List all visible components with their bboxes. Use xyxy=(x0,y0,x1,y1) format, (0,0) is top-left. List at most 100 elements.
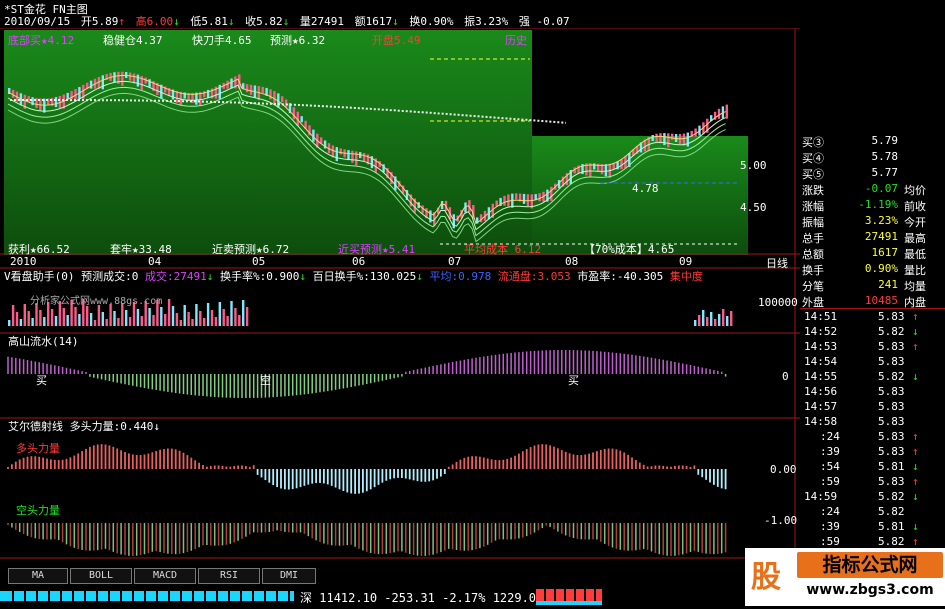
tab-ma[interactable]: MA xyxy=(8,568,68,584)
tab-dmi[interactable]: DMI xyxy=(262,568,316,584)
tab-macd[interactable]: MACD xyxy=(134,568,196,584)
label-open: 开盘5.49 xyxy=(372,34,421,47)
hundred-day-turnover: 百日换手%:130.025 xyxy=(312,270,417,283)
candle xyxy=(538,193,541,202)
quote-key: 分笔 xyxy=(802,280,824,293)
trade-volume: 成交:27491 xyxy=(145,270,207,283)
tick-time: :54 xyxy=(820,460,840,473)
volume-bar xyxy=(199,311,202,326)
quote-label2: 均价 xyxy=(904,184,926,197)
x-tick-07: 07 xyxy=(448,255,462,268)
quote-value: -0.07 xyxy=(864,182,898,195)
osc2-title: 艾尔德射线 多头力量:0.440↓ xyxy=(8,418,160,434)
volume-bar xyxy=(726,316,729,326)
tick-time: :24 xyxy=(820,505,840,518)
volume-bar xyxy=(152,315,155,326)
volume-bar xyxy=(15,312,19,326)
quote-value: 5.77 xyxy=(871,166,899,179)
tick-time: 14:53 xyxy=(804,340,838,353)
tick-time: :59 xyxy=(820,475,840,488)
tick-row: :39 5.83 ↑ xyxy=(800,445,945,460)
candle xyxy=(66,92,69,99)
tick-row: 14:53 5.83 ↑ xyxy=(800,340,945,355)
float-shares: 流通盘:3.053 xyxy=(497,270,571,283)
volume-bar xyxy=(93,320,97,326)
candle xyxy=(136,74,140,87)
volume-bar xyxy=(230,301,233,326)
osc1-axis: 0 xyxy=(782,370,789,383)
tick-arrow: ↑ xyxy=(912,535,919,548)
volume-bar xyxy=(730,311,733,326)
volume-bar xyxy=(148,308,151,326)
tick-row: 14:51 5.83 ↑ xyxy=(800,310,945,325)
quote-key: 涨跌 xyxy=(802,184,824,197)
volume-bar xyxy=(66,315,69,326)
volume-bar xyxy=(718,314,721,326)
x-axis: 2010 04 05 06 07 08 09 日线 xyxy=(0,255,788,270)
quote-close: 收5.82↓ xyxy=(245,15,290,28)
volume-bar xyxy=(117,318,120,326)
candle xyxy=(362,153,366,162)
tick-list[interactable]: 14:51 5.83 ↑ 14:52 5.82 ↓ 14:53 5.83 ↑ 14:54 5.83 1… xyxy=(800,310,945,550)
volume-bar xyxy=(226,316,229,326)
tab-rsi[interactable]: RSI xyxy=(198,568,260,584)
quote-key: 换手 xyxy=(802,264,824,277)
tick-time: :59 xyxy=(820,535,840,548)
tick-arrow: ↑ xyxy=(912,340,919,353)
quote-row: 买⑤ 5.77 xyxy=(800,166,945,182)
quote-row: 分笔 241 均量 xyxy=(800,278,945,294)
quote-row: 总额 1617 最低 xyxy=(800,246,945,262)
candle xyxy=(593,163,596,170)
osc2-axis-0: 0.00 xyxy=(770,463,797,476)
osc1-title: 高山流水(14) xyxy=(8,335,79,348)
quote-label2: 最低 xyxy=(904,248,926,261)
volume-bar xyxy=(160,307,163,326)
tick-price: 5.83 xyxy=(878,475,905,488)
label-steady: 稳健仓4.37 xyxy=(103,34,163,47)
tick-row: :39 5.81 ↓ xyxy=(800,520,945,535)
site-logo: 股 指标公式网 www.zbgs3.com xyxy=(745,548,945,606)
volume-bar xyxy=(187,312,190,326)
volume-bar xyxy=(23,304,26,326)
volume-bar xyxy=(97,305,101,326)
volume-bar xyxy=(125,310,128,326)
quote-row: 振幅 3.23% 今开 xyxy=(800,214,945,230)
volume-bar xyxy=(50,309,54,326)
volume-bar xyxy=(694,320,697,326)
volume-bar xyxy=(140,316,143,326)
tick-price: 5.83 xyxy=(878,400,905,413)
volume-bar xyxy=(11,305,15,326)
candle xyxy=(507,194,510,207)
tick-time: 14:57 xyxy=(804,400,838,413)
volume-bar xyxy=(8,320,11,326)
tick-arrow: ↑ xyxy=(912,310,919,323)
quote-low: 低5.81↓ xyxy=(190,15,235,28)
quote-key: 买⑤ xyxy=(802,168,824,181)
quote-value: 27491 xyxy=(864,230,898,243)
candle xyxy=(249,84,253,95)
tick-arrow: ↓ xyxy=(912,325,919,338)
tick-price: 5.82 xyxy=(878,490,905,503)
tick-arrow: ↓ xyxy=(912,460,919,473)
volume-bar xyxy=(167,299,171,326)
candle xyxy=(659,133,662,144)
tick-arrow: ↓ xyxy=(912,370,919,383)
volume-bar xyxy=(714,319,717,326)
quote-row: 涨幅 -1.19% 前收 xyxy=(800,198,945,214)
volume-bar xyxy=(234,308,237,326)
volume-bar xyxy=(164,314,167,326)
tab-boll[interactable]: BOLL xyxy=(70,568,132,584)
status-gauge-left xyxy=(14,591,294,601)
quote-row: 总手 27491 最高 xyxy=(800,230,945,246)
candle xyxy=(113,72,116,83)
quote-label2: 均量 xyxy=(904,280,926,293)
candle xyxy=(121,71,124,86)
tick-arrow: ↓ xyxy=(912,490,919,503)
tick-time: 14:52 xyxy=(804,325,838,338)
timeframe-label[interactable]: 日线 xyxy=(766,255,788,271)
candle xyxy=(550,186,553,201)
label-fast-knife: 快刀手4.65 xyxy=(192,34,252,47)
tick-time: 14:54 xyxy=(804,355,838,368)
volume-bar xyxy=(136,309,140,326)
index-value: 11412.10 xyxy=(319,591,378,605)
